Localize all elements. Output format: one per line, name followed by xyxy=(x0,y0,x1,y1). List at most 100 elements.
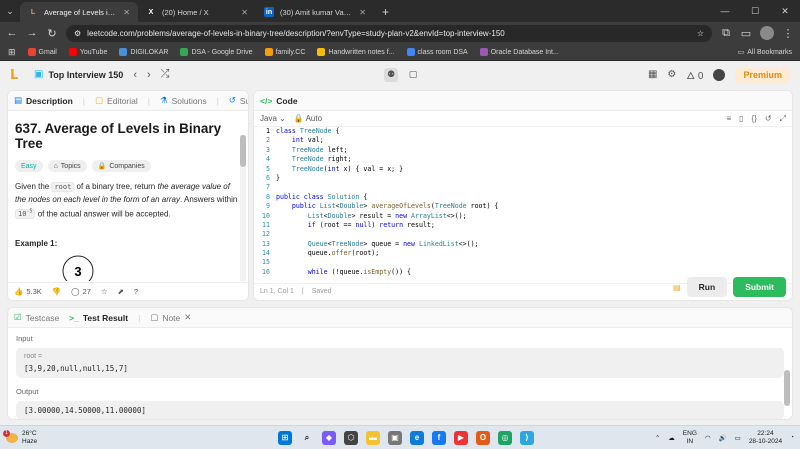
app-icon[interactable]: ⬡ xyxy=(344,430,358,445)
bookmark-youtube[interactable]: YouTube xyxy=(68,48,107,56)
close-tab-icon[interactable]: ✕ xyxy=(359,8,366,17)
run-button[interactable]: Run xyxy=(686,277,728,297)
settings-icon[interactable]: ⚙ xyxy=(667,69,676,80)
bookmark-oracle[interactable]: Oracle Database Int... xyxy=(479,48,559,56)
coins[interactable]: 🜂 0 xyxy=(686,64,703,85)
submit-button[interactable]: Submit xyxy=(733,277,786,297)
code-line[interactable]: 10 List<Double> result = new ArrayList<>… xyxy=(254,212,792,221)
bookmark-star-icon[interactable]: ☆ xyxy=(697,29,704,38)
scrollbar-thumb[interactable] xyxy=(240,135,246,167)
code-line[interactable]: 11 if (root == null) return result; xyxy=(254,221,792,230)
chrome-icon[interactable]: ◎ xyxy=(498,430,512,445)
braces-icon[interactable]: {} xyxy=(752,114,757,124)
language-select[interactable]: Java ⌄ xyxy=(260,114,286,123)
tab-solutions[interactable]: ⚗ Solutions xyxy=(160,95,207,106)
file-explorer-icon[interactable]: ▬ xyxy=(366,430,380,445)
close-window-icon[interactable]: ✕ xyxy=(770,6,800,17)
code-line[interactable]: 1 class TreeNode { xyxy=(254,127,792,136)
office-icon[interactable]: O xyxy=(476,430,490,445)
all-bookmarks[interactable]: ▭ All Bookmarks xyxy=(738,48,792,57)
tab-test-result[interactable]: >_ Test Result xyxy=(69,313,128,323)
premium-button[interactable]: Premium xyxy=(735,66,790,83)
dislike-button[interactable]: 👎 xyxy=(52,287,61,296)
back-icon[interactable]: ← xyxy=(6,27,18,39)
extensions-icon[interactable]: ⧉ xyxy=(720,27,732,40)
bookmark-digilokar[interactable]: DIGILOKAR xyxy=(119,48,168,56)
browser-tab-x[interactable]: X (20) Home / X ✕ xyxy=(138,2,256,22)
bookmark-icon[interactable]: ▯ xyxy=(739,114,743,124)
code-line[interactable]: 2 int val; xyxy=(254,136,792,145)
tab-note[interactable]: ▢ Note ✕ xyxy=(150,312,191,323)
user-avatar[interactable] xyxy=(713,68,726,81)
like-button[interactable]: 👍 5.3K xyxy=(14,287,42,296)
share-button[interactable]: ⬈ xyxy=(118,287,124,296)
sidebar-icon[interactable]: ▭ xyxy=(740,27,752,40)
bookmark-dsa-drive[interactable]: DSA - Google Drive xyxy=(180,48,253,56)
code-line[interactable]: 9 public List<Double> averageOfLevels(Tr… xyxy=(254,202,792,211)
browser-tab-linkedin[interactable]: in (30) Amit kumar Vaghela | Linke ✕ xyxy=(256,2,374,22)
next-problem-icon[interactable]: › xyxy=(147,69,151,81)
topics-tag[interactable]: ⌂ Topics xyxy=(47,160,87,172)
code-line[interactable]: 13 Queue<TreeNode> queue = new LinkedLis… xyxy=(254,240,792,249)
store-icon[interactable]: ▣ xyxy=(388,430,402,445)
close-tab-icon[interactable]: ✕ xyxy=(184,312,191,323)
minimize-icon[interactable]: — xyxy=(710,6,740,16)
address-bar[interactable]: ⚙ leetcode.com/problems/average-of-level… xyxy=(66,24,712,42)
browser-tab-leetcode[interactable]: L Average of Levels in Binary Tree ✕ xyxy=(20,2,138,22)
wifi-icon[interactable]: ◠ xyxy=(705,434,711,442)
close-tab-icon[interactable]: ✕ xyxy=(241,8,248,17)
notes-icon[interactable]: ▢ xyxy=(406,68,420,82)
help-button[interactable]: ? xyxy=(134,287,138,296)
clock[interactable]: 22:24 28-10-2024 xyxy=(749,430,782,446)
chevron-up-icon[interactable]: ⌃ xyxy=(655,434,660,442)
tab-testcase[interactable]: ☑ Testcase xyxy=(14,312,59,323)
code-line[interactable]: 15 xyxy=(254,258,792,267)
result-scrollbar[interactable] xyxy=(784,348,790,418)
profile-avatar[interactable] xyxy=(760,26,774,40)
reset-icon[interactable]: ↺ xyxy=(765,114,772,124)
note-icon[interactable]: ▤ xyxy=(673,283,681,292)
leetcode-logo-icon[interactable]: ᒪ xyxy=(10,67,24,82)
code-tab[interactable]: </> Code xyxy=(260,96,298,106)
copilot-icon[interactable]: ◆ xyxy=(322,430,336,445)
layout-icon[interactable]: ▦ xyxy=(648,69,657,80)
code-line[interactable]: 3 TreeNode left; xyxy=(254,146,792,155)
apps-grid-icon[interactable]: ⊞ xyxy=(8,47,16,58)
format-icon[interactable]: ≡ xyxy=(726,114,731,124)
problem-list[interactable]: ▣ Top Interview 150 xyxy=(34,69,123,80)
cloud-icon[interactable]: ☁ xyxy=(668,434,675,442)
menu-icon[interactable]: ⋮ xyxy=(782,27,794,40)
bookmark-gmail[interactable]: Gmail xyxy=(27,48,57,56)
battery-icon[interactable]: ▭ xyxy=(735,434,741,442)
youtube-icon[interactable]: ▶ xyxy=(454,430,468,445)
windows-start-icon[interactable]: ⊞ xyxy=(278,430,292,445)
code-editor[interactable]: 1 class TreeNode {2 int val; 3 TreeNode le… xyxy=(254,127,792,283)
vscode-icon[interactable]: ⟩ xyxy=(520,430,534,445)
code-line[interactable]: 6} xyxy=(254,174,792,183)
tab-search-icon[interactable]: ⌄ xyxy=(0,0,20,22)
code-line[interactable]: 12 xyxy=(254,230,792,239)
description-scrollbar[interactable] xyxy=(240,135,246,281)
close-tab-icon[interactable]: ✕ xyxy=(123,8,130,17)
weather-widget[interactable]: 1 26°C Haze xyxy=(3,429,37,446)
auto-toggle[interactable]: 🔒 Auto xyxy=(294,114,322,123)
edge-icon[interactable]: e xyxy=(410,430,424,445)
search-icon[interactable]: ⌕ xyxy=(300,431,314,445)
code-line[interactable]: 5 TreeNode(int x) { val = x; } xyxy=(254,165,792,174)
site-info-icon[interactable]: ⚙ xyxy=(74,29,81,38)
new-tab-button[interactable]: + xyxy=(374,2,397,22)
companies-tag[interactable]: 🔒 Companies xyxy=(91,160,151,172)
shuffle-icon[interactable]: ⤮ xyxy=(161,68,170,81)
maximize-icon[interactable]: ☐ xyxy=(740,6,770,17)
tab-description[interactable]: ▤ Description xyxy=(14,95,73,106)
debug-icon[interactable]: ⚉ xyxy=(384,67,398,82)
bookmark-handwritten-notes[interactable]: Handwritten notes f... xyxy=(317,48,395,56)
forward-icon[interactable]: → xyxy=(26,27,38,39)
code-line[interactable]: 4 TreeNode right; xyxy=(254,155,792,164)
comments-button[interactable]: ◯ 27 xyxy=(71,287,91,296)
tab-editorial[interactable]: ▢ Editorial xyxy=(95,95,138,106)
tab-submissions[interactable]: ↺Submissions xyxy=(229,95,248,106)
scrollbar-thumb[interactable] xyxy=(784,370,790,406)
volume-icon[interactable]: 🔊 xyxy=(719,434,727,442)
facebook-icon[interactable]: f xyxy=(432,430,446,445)
